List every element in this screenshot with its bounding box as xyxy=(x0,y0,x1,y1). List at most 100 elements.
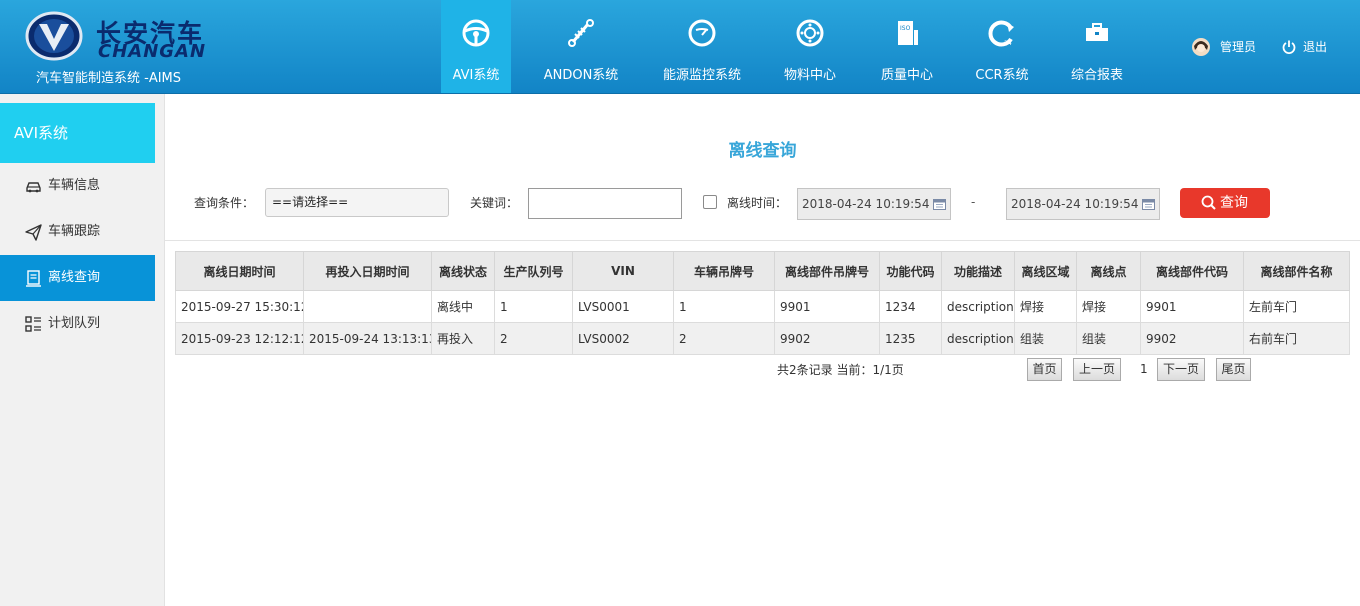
condition-select[interactable]: ==请选择== xyxy=(265,188,449,217)
table-row[interactable]: 2015-09-27 15:30:12 离线中 1 LVS0001 1 9901… xyxy=(175,290,1350,323)
table-cell: 焊接 xyxy=(1014,290,1077,323)
keyword-label: 关键词： xyxy=(470,196,519,210)
table-cell: 右前车门 xyxy=(1243,322,1350,355)
nav-item-reports[interactable]: 综合报表 xyxy=(1061,0,1133,93)
column-header[interactable]: 离线状态 xyxy=(431,251,495,291)
table-cell: 左前车门 xyxy=(1243,290,1350,323)
toolbox-icon xyxy=(1086,23,1108,41)
paper-plane-icon xyxy=(25,224,42,241)
nav-label: ANDON系统 xyxy=(543,68,619,83)
last-page-button[interactable]: 尾页 xyxy=(1216,358,1251,381)
bearing-icon xyxy=(796,19,824,47)
sidebar-item-offline-query[interactable]: 离线查询 xyxy=(0,255,155,301)
sidebar-item-label: 计划队列 xyxy=(48,316,101,331)
main-content: 离线查询 查询条件： ==请选择== 关键词： 离线时间： 2018-04-24… xyxy=(165,94,1360,606)
nav-label: 质量中心 xyxy=(880,68,933,83)
nav-item-avi[interactable]: AVI系统 xyxy=(441,0,511,93)
table-cell: description xyxy=(941,290,1015,323)
offline-table: 离线日期时间 再投入日期时间 离线状态 生产队列号 VIN 车辆吊牌号 离线部件… xyxy=(175,251,1350,355)
table-cell: description xyxy=(941,322,1015,355)
column-header[interactable]: VIN xyxy=(572,251,674,291)
column-header[interactable]: 车辆吊牌号 xyxy=(673,251,775,291)
nav-label: CCR系统 xyxy=(975,68,1029,83)
column-header[interactable]: 离线区域 xyxy=(1014,251,1077,291)
current-page-number[interactable]: 1 xyxy=(1140,362,1148,376)
date-to-input[interactable]: 2018-04-24 10:19:54 xyxy=(1006,188,1160,220)
table-cell: 9902 xyxy=(1140,322,1244,355)
table-cell: 焊接 xyxy=(1076,290,1141,323)
date-to-value: 2018-04-24 10:19:54 xyxy=(1011,197,1139,211)
first-page-button[interactable]: 首页 xyxy=(1027,358,1062,381)
sidebar-item-label: 车辆信息 xyxy=(48,178,101,193)
search-icon xyxy=(1201,195,1216,210)
date-from-input[interactable]: 2018-04-24 10:19:54 xyxy=(797,188,951,220)
steering-wheel-icon xyxy=(462,19,490,47)
nav-label: 能源监控系统 xyxy=(662,68,741,83)
system-name: 汽车智能制造系统 -AIMS xyxy=(36,71,182,86)
document-list-icon xyxy=(26,270,41,287)
car-icon xyxy=(26,182,41,193)
table-cell: 2 xyxy=(673,322,775,355)
prev-page-button[interactable]: 上一页 xyxy=(1073,358,1121,381)
logout-link[interactable]: 退出 xyxy=(1303,38,1327,55)
gauge-icon xyxy=(688,19,716,47)
keyword-input[interactable] xyxy=(528,188,682,219)
divider xyxy=(165,240,1360,241)
sidebar-item-label: 车辆跟踪 xyxy=(48,224,101,239)
sidebar-item-label: 离线查询 xyxy=(48,270,101,285)
svg-text:24: 24 xyxy=(1004,40,1012,47)
nav-item-energy[interactable]: 能源监控系统 xyxy=(655,0,749,93)
column-header[interactable]: 离线日期时间 xyxy=(175,251,304,291)
avatar-icon xyxy=(1192,38,1210,56)
table-cell: 2015-09-24 13:13:13 xyxy=(303,322,432,355)
brand-name-en: CHANGAN xyxy=(98,41,207,62)
column-header[interactable]: 离线点 xyxy=(1076,251,1141,291)
column-header[interactable]: 离线部件吊牌号 xyxy=(774,251,880,291)
date-separator: - xyxy=(971,195,976,209)
calendar-icon[interactable] xyxy=(1142,198,1155,210)
user-name[interactable]: 管理员 xyxy=(1220,38,1256,55)
table-cell: 组装 xyxy=(1014,322,1077,355)
column-header[interactable]: 离线部件名称 xyxy=(1243,251,1350,291)
table-cell: 组装 xyxy=(1076,322,1141,355)
column-header[interactable]: 离线部件代码 xyxy=(1140,251,1244,291)
changan-logo-icon xyxy=(25,11,83,61)
table-cell: 1235 xyxy=(879,322,942,355)
sidebar-item-vehicle-tracking[interactable]: 车辆跟踪 xyxy=(0,209,155,255)
table-row[interactable]: 2015-09-23 12:12:12 2015-09-24 13:13:13 … xyxy=(175,322,1350,355)
table-header-row: 离线日期时间 再投入日期时间 离线状态 生产队列号 VIN 车辆吊牌号 离线部件… xyxy=(175,251,1350,291)
nav-item-quality[interactable]: ISO 质量中心 xyxy=(869,0,945,93)
column-header[interactable]: 功能代码 xyxy=(879,251,942,291)
page-title: 离线查询 xyxy=(728,141,797,161)
sidebar-item-vehicle-info[interactable]: 车辆信息 xyxy=(0,163,155,209)
table-cell: 9901 xyxy=(774,290,880,323)
top-header: 长安汽车 CHANGAN 汽车智能制造系统 -AIMS AVI系统 ANDON系… xyxy=(0,0,1360,94)
table-cell: 1 xyxy=(494,290,573,323)
table-cell: 再投入 xyxy=(431,322,495,355)
nav-label: 综合报表 xyxy=(1070,68,1123,83)
shock-absorber-icon xyxy=(568,19,594,47)
ccr-refresh-icon: 24 xyxy=(988,20,1014,47)
query-button[interactable]: 查询 xyxy=(1180,188,1270,218)
column-header[interactable]: 再投入日期时间 xyxy=(303,251,432,291)
column-header[interactable]: 功能描述 xyxy=(941,251,1015,291)
offline-time-checkbox[interactable] xyxy=(703,195,717,209)
table-cell: LVS0002 xyxy=(572,322,674,355)
table-cell: 2015-09-27 15:30:12 xyxy=(175,290,304,323)
nav-item-ccr[interactable]: 24 CCR系统 xyxy=(966,0,1038,93)
sidebar: AVI系统 车辆信息 车辆跟踪 离线查询 计划队列 xyxy=(0,94,165,606)
sidebar-item-plan-queue[interactable]: 计划队列 xyxy=(0,301,155,347)
date-from-value: 2018-04-24 10:19:54 xyxy=(802,197,930,211)
calendar-icon[interactable] xyxy=(933,198,946,210)
sidebar-title: AVI系统 xyxy=(0,103,155,163)
table-cell: LVS0001 xyxy=(572,290,674,323)
power-icon[interactable] xyxy=(1282,40,1296,54)
list-icon xyxy=(25,316,41,332)
nav-item-material[interactable]: 物料中心 xyxy=(772,0,848,93)
table-cell: 9901 xyxy=(1140,290,1244,323)
next-page-button[interactable]: 下一页 xyxy=(1157,358,1205,381)
table-cell: 2015-09-23 12:12:12 xyxy=(175,322,304,355)
offline-time-label: 离线时间： xyxy=(727,196,788,210)
nav-item-andon[interactable]: ANDON系统 xyxy=(529,0,633,93)
column-header[interactable]: 生产队列号 xyxy=(494,251,573,291)
